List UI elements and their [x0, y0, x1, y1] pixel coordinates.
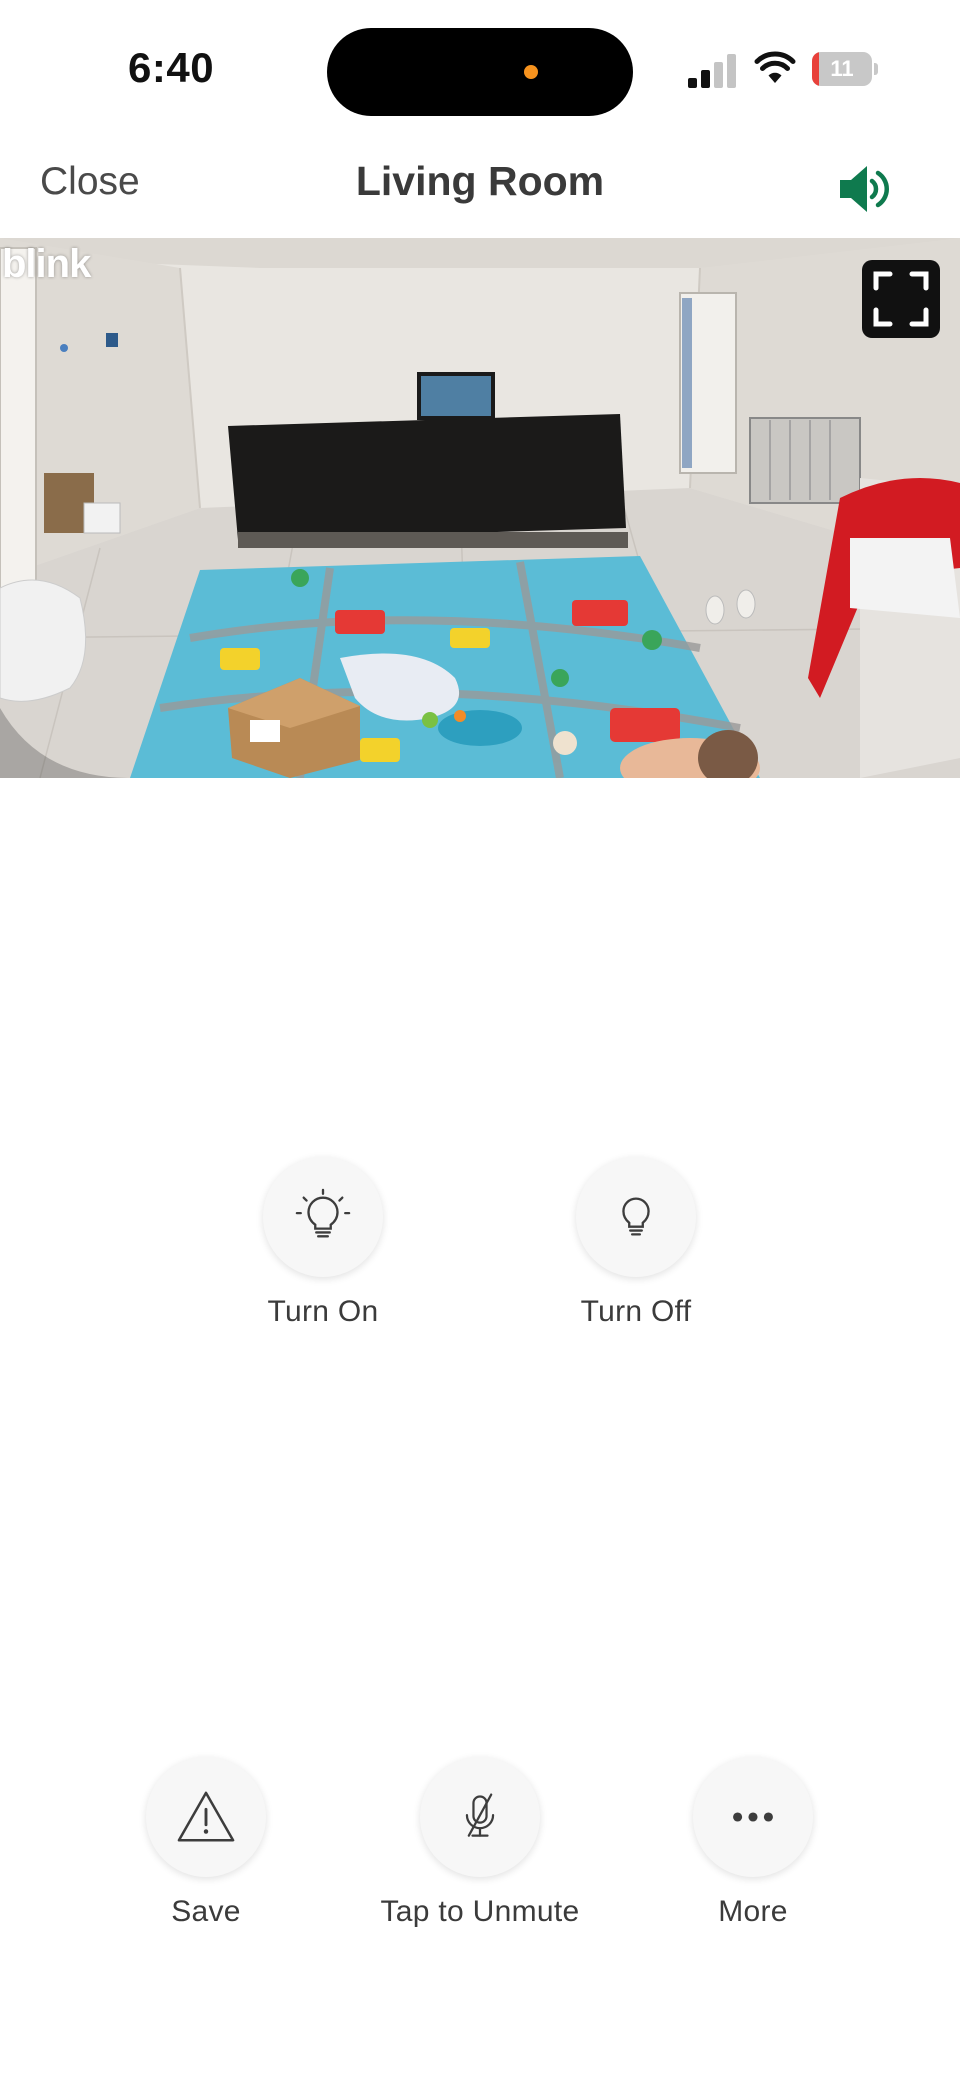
privacy-indicator-dot: [524, 65, 538, 79]
turn-off-label: Turn Off: [580, 1295, 692, 1328]
unmute-button[interactable]: [420, 1757, 540, 1877]
mic-muted-icon: [465, 1793, 495, 1837]
save-control: Save: [96, 1757, 316, 1929]
more-control: More: [643, 1757, 863, 1929]
battery-level: 11: [830, 56, 854, 81]
save-label: Save: [171, 1895, 241, 1928]
wifi-icon: [754, 51, 796, 83]
camera-view-image: [0, 238, 960, 778]
turn-on-label: Turn On: [267, 1295, 379, 1328]
bulb-on-icon: [295, 1188, 351, 1238]
save-button[interactable]: [146, 1757, 266, 1877]
more-button[interactable]: [693, 1757, 813, 1877]
turn-on-button[interactable]: [263, 1157, 383, 1277]
unmute-control: Tap to Unmute: [370, 1757, 590, 1929]
turn-off-button[interactable]: [576, 1157, 696, 1277]
more-icon: [733, 1812, 773, 1822]
fullscreen-button[interactable]: [862, 260, 940, 338]
nav-bar: Close Living Room: [0, 140, 960, 238]
bulb-off-icon: [622, 1197, 650, 1236]
dynamic-island: [327, 28, 633, 116]
page-title: Living Room: [355, 158, 605, 204]
signal-bar: [727, 54, 736, 88]
warning-icon: [177, 1791, 235, 1842]
more-label: More: [718, 1895, 788, 1928]
status-time: 6:40: [128, 44, 215, 91]
battery-icon: 11: [812, 52, 878, 86]
blink-watermark: blink: [2, 242, 91, 286]
signal-bar: [714, 62, 723, 88]
fullscreen-icon: [873, 271, 929, 327]
turn-off-control: Turn Off: [526, 1157, 746, 1329]
signal-bar: [701, 70, 710, 88]
status-bar: 6:40 11: [0, 0, 960, 140]
close-button[interactable]: Close: [40, 160, 140, 204]
cellular-signal-icon: [688, 54, 738, 88]
turn-on-control: Turn On: [213, 1157, 433, 1329]
signal-bar: [688, 78, 697, 88]
live-video-feed[interactable]: blink: [0, 238, 960, 778]
speaker-on-icon[interactable]: [836, 160, 896, 218]
unmute-label: Tap to Unmute: [380, 1895, 580, 1928]
